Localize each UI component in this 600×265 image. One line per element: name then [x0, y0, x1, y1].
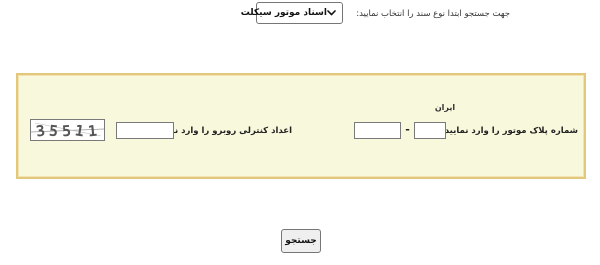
plate-part1-input[interactable] [414, 122, 446, 139]
document-type-prompt: جهت جستجو ابتدا نوع سند را انتخاب نمایید… [356, 9, 510, 19]
captcha-char: 1 [87, 122, 98, 140]
plate-part2-input[interactable] [354, 122, 401, 139]
plate-separator: - [405, 123, 410, 136]
captcha-image: 35511 [30, 119, 105, 141]
iran-label: ایران [434, 103, 456, 112]
chevron-down-icon [327, 8, 336, 18]
captcha-char: 3 [35, 122, 46, 140]
search-form-panel: ایران شماره پلاک موتور را وارد نمایید: -… [16, 73, 586, 179]
captcha-input[interactable] [116, 122, 174, 139]
captcha-char: 1 [74, 121, 86, 140]
document-type-select[interactable]: اسناد موتور سیکلت [241, 2, 343, 24]
captcha-char: 5 [48, 122, 59, 140]
document-type-selected-value: اسناد موتور سیکلت [240, 8, 327, 18]
captcha-char: 5 [61, 122, 71, 140]
captcha-label: اعداد کنترلی روبرو را وارد نمایید: [151, 126, 292, 136]
plate-number-label: شماره پلاک موتور را وارد نمایید: [441, 126, 578, 136]
search-button[interactable]: جستجو [281, 229, 321, 253]
